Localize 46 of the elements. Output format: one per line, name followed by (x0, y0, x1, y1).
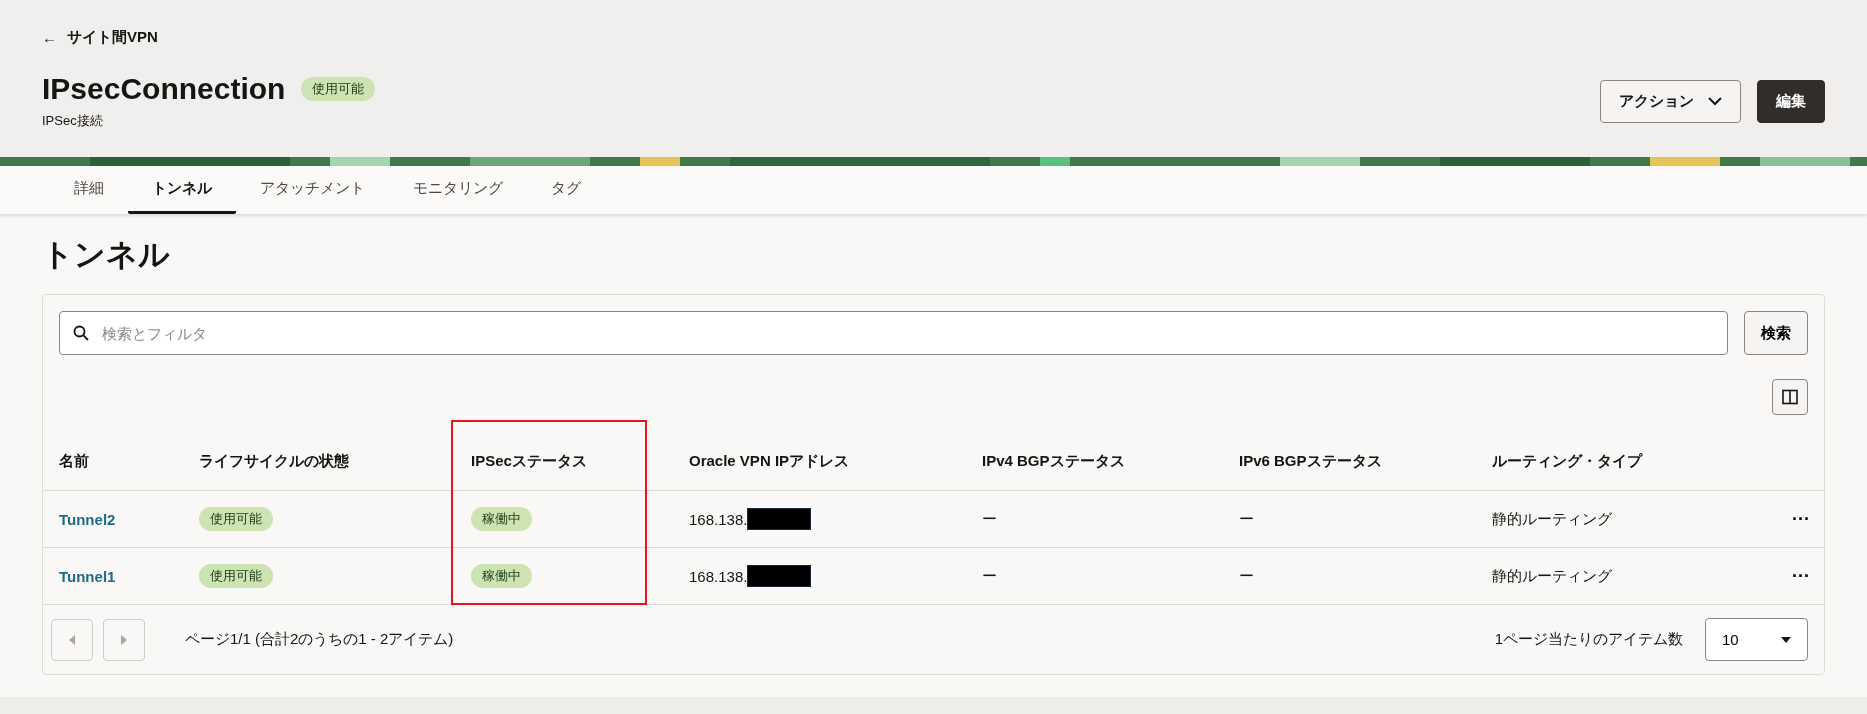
caret-left-icon (69, 634, 75, 645)
table-cell: ー (1239, 509, 1254, 529)
column-header: IPv6 BGPステータス (1239, 451, 1382, 471)
table-cell: ー (982, 566, 997, 586)
column-header: 名前 (59, 451, 89, 471)
page-subtitle: IPSec接続 (42, 112, 104, 130)
table-cell: 静的ルーティング (1492, 566, 1612, 586)
columns-icon (1782, 389, 1798, 405)
page-title: IPsecConnection (42, 72, 286, 106)
ipsec-status-badge: 稼働中 (471, 564, 532, 588)
search-button[interactable]: 検索 (1744, 311, 1808, 355)
chevron-down-icon (1708, 96, 1722, 106)
per-page-label: 1ページ当たりのアイテム数 (1494, 630, 1683, 649)
ip-address: 168.138. (689, 567, 748, 585)
table-cell: ー (982, 509, 997, 529)
lifecycle-badge: 使用可能 (199, 564, 273, 588)
tab[interactable]: タグ (527, 166, 605, 214)
column-header: Oracle VPN IPアドレス (689, 451, 850, 471)
row-menu-button[interactable]: ··· (1786, 563, 1816, 589)
tab[interactable]: アタッチメント (236, 166, 389, 214)
column-header: ライフサイクルの状態 (199, 451, 349, 471)
actions-menu-button[interactable]: アクション (1600, 79, 1741, 123)
table-cell: 静的ルーティング (1492, 509, 1612, 529)
back-link[interactable]: ← サイト間VPN (42, 24, 158, 50)
tunnel-link[interactable]: Tunnel1 (59, 567, 116, 585)
tab[interactable]: 詳細 (50, 166, 128, 214)
per-page-select[interactable]: 10 (1705, 618, 1808, 661)
search-field[interactable]: 検索とフィルタ (59, 311, 1728, 355)
search-icon (73, 325, 89, 341)
row-menu-button[interactable]: ··· (1786, 506, 1816, 532)
tunnel-link[interactable]: Tunnel2 (59, 510, 116, 528)
caret-down-icon (1781, 636, 1791, 643)
column-header: IPSecステータス (471, 451, 587, 471)
page-summary: ページ1/1 (合計2のうちの1 - 2アイテム) (185, 630, 454, 649)
status-badge: 使用可能 (301, 77, 376, 101)
ip-address: 168.138. (689, 510, 748, 528)
caret-right-icon (121, 634, 127, 645)
edit-button[interactable]: 編集 (1757, 79, 1825, 123)
lifecycle-badge: 使用可能 (199, 507, 273, 531)
column-header: ルーティング・タイプ (1492, 451, 1642, 471)
tab[interactable]: モニタリング (389, 166, 527, 214)
column-header: IPv4 BGPステータス (982, 451, 1125, 471)
table-cell: ー (1239, 566, 1254, 586)
columns-button[interactable] (1772, 379, 1808, 415)
ipsec-status-badge: 稼働中 (471, 507, 532, 531)
section-title: トンネル (42, 236, 171, 274)
